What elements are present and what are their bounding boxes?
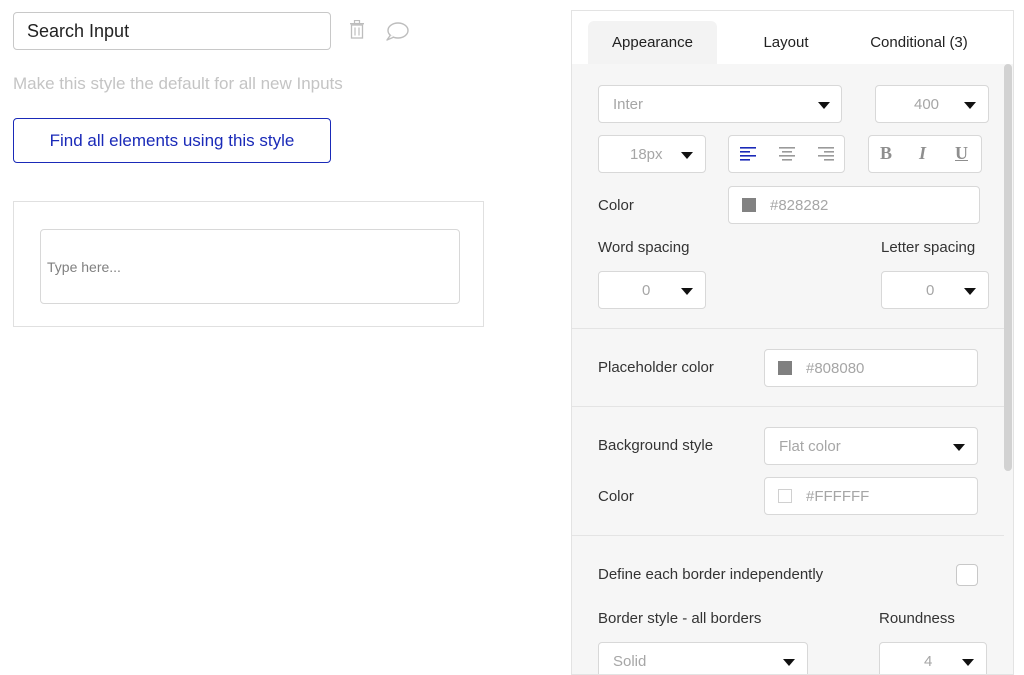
- section-divider: [572, 535, 1004, 536]
- chevron-down-icon: [681, 152, 693, 159]
- tab-appearance[interactable]: Appearance: [588, 21, 717, 64]
- find-elements-button[interactable]: Find all elements using this style: [13, 118, 331, 163]
- underline-button[interactable]: U: [955, 143, 968, 164]
- align-right-icon[interactable]: [817, 145, 835, 163]
- text-color-label: Color: [598, 197, 634, 214]
- chevron-down-icon: [964, 102, 976, 109]
- background-color-picker[interactable]: #FFFFFF: [764, 477, 978, 515]
- roundness-value: 4: [924, 652, 933, 670]
- trash-icon[interactable]: [348, 20, 366, 40]
- word-spacing-value: 0: [642, 281, 651, 299]
- background-style-select[interactable]: Flat color: [764, 427, 978, 465]
- chevron-down-icon: [818, 102, 830, 109]
- chevron-down-icon: [962, 659, 974, 666]
- border-style-value: Solid: [613, 652, 647, 670]
- style-name-value: Search Input: [27, 20, 130, 41]
- border-style-label: Border style - all borders: [598, 610, 762, 627]
- color-swatch: [742, 198, 756, 212]
- word-spacing-select[interactable]: 0: [598, 271, 706, 309]
- letter-spacing-value: 0: [926, 281, 935, 299]
- border-style-select[interactable]: Solid: [598, 642, 808, 674]
- roundness-label: Roundness: [879, 610, 955, 627]
- default-style-link[interactable]: Make this style the default for all new …: [13, 74, 343, 94]
- letter-spacing-label: Letter spacing: [881, 239, 976, 256]
- color-swatch: [778, 361, 792, 375]
- text-color-picker[interactable]: #828282: [728, 186, 980, 224]
- letter-spacing-select[interactable]: 0: [881, 271, 989, 309]
- color-swatch: [778, 489, 792, 503]
- font-family-select[interactable]: Inter: [598, 85, 842, 123]
- chevron-down-icon: [964, 288, 976, 295]
- tab-layout[interactable]: Layout: [732, 21, 840, 64]
- chevron-down-icon: [783, 659, 795, 666]
- background-color-label: Color: [598, 488, 634, 505]
- style-name-input[interactable]: Search Input: [13, 12, 331, 50]
- background-style-value: Flat color: [779, 437, 841, 455]
- chevron-down-icon: [953, 444, 965, 451]
- tab-bar: Appearance Layout Conditional (3): [572, 11, 1013, 64]
- panel-scrollbar[interactable]: [1004, 64, 1012, 471]
- font-size-value: 18px: [630, 145, 663, 163]
- style-properties-panel: Appearance Layout Conditional (3) Inter …: [571, 10, 1014, 675]
- align-left-icon[interactable]: [739, 145, 757, 163]
- roundness-select[interactable]: 4: [879, 642, 987, 674]
- border-independent-label: Define each border independently: [598, 566, 824, 583]
- border-independent-checkbox[interactable]: [956, 564, 978, 586]
- background-color-value: #FFFFFF: [806, 487, 870, 505]
- placeholder-color-value: #808080: [806, 359, 865, 377]
- placeholder-color-picker[interactable]: #808080: [764, 349, 978, 387]
- font-weight-value: 400: [914, 95, 940, 113]
- style-preview: Type here...: [13, 201, 484, 327]
- chevron-down-icon: [681, 288, 693, 295]
- align-center-icon[interactable]: [778, 145, 796, 163]
- preview-input: Type here...: [40, 229, 460, 304]
- text-style-group: B I U: [868, 135, 982, 173]
- font-family-value: Inter: [613, 95, 644, 113]
- tab-conditional[interactable]: Conditional (3): [857, 21, 981, 64]
- background-style-label: Background style: [598, 437, 714, 454]
- placeholder-color-label: Placeholder color: [598, 359, 714, 376]
- font-weight-select[interactable]: 400: [875, 85, 989, 123]
- comment-icon[interactable]: [385, 22, 409, 42]
- bold-button[interactable]: B: [880, 143, 892, 164]
- section-divider: [572, 328, 1004, 329]
- word-spacing-label: Word spacing: [598, 239, 690, 256]
- section-divider: [572, 406, 1004, 407]
- text-color-value: #828282: [770, 196, 829, 214]
- text-align-group: [728, 135, 845, 173]
- italic-button[interactable]: I: [919, 143, 926, 164]
- font-size-select[interactable]: 18px: [598, 135, 706, 173]
- preview-placeholder: Type here...: [47, 258, 121, 275]
